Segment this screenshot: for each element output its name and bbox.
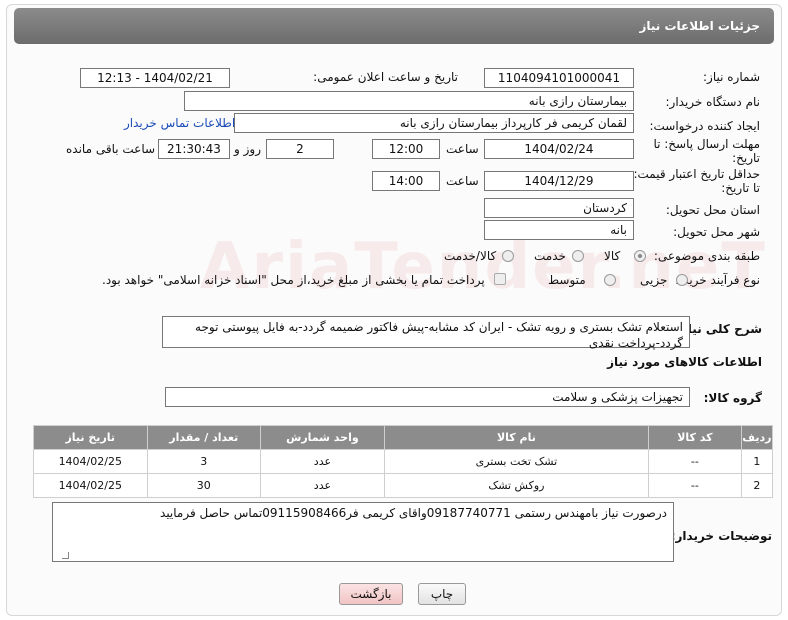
category-both-label: کالا/خدمت — [444, 249, 497, 263]
goods-group-field: تجهیزات پزشکی و سلامت — [165, 387, 690, 407]
description-field: استعلام تشک بستری و رویه تشک - ایران کد … — [162, 316, 690, 350]
reply-date-field: 1404/02/24 — [484, 139, 634, 159]
cell-name: روکش تشک — [383, 473, 649, 498]
cell-code: -- — [647, 473, 742, 498]
buyer-contact-link[interactable]: اطلاعات تماس خریدار — [124, 116, 235, 130]
col-date-header: تاریخ نیاز — [33, 425, 148, 450]
page-header: جزئیات اطلاعات نیاز — [14, 8, 774, 44]
cell-unit: عدد — [260, 473, 385, 498]
price-time-field: 14:00 — [372, 171, 440, 191]
buyer-notes-field: درصورت نیاز بامهندس رستمی 09187740771واق… — [52, 502, 674, 562]
category-goods-label: کالا — [604, 249, 621, 263]
price-time-label: ساعت — [446, 174, 479, 188]
col-code-header: کد کالا — [647, 425, 742, 450]
items-table: ردیف کد کالا نام کالا واحد شمارش تعداد /… — [33, 425, 774, 498]
need-number-label: شماره نیاز: — [703, 70, 760, 84]
announce-label: تاریخ و ساعت اعلان عمومی: — [313, 70, 458, 84]
creator-label: ایجاد کننده درخواست: — [649, 119, 760, 133]
treasury-payment-checkbox[interactable] — [494, 273, 506, 285]
goods-info-title: اطلاعات کالاهای مورد نیاز — [607, 355, 762, 369]
category-service-label: خدمت — [534, 249, 566, 263]
remaining-time-field: 21:30:43 — [158, 139, 230, 159]
process-minor-radio[interactable] — [676, 274, 688, 286]
cell-date: 1404/02/25 — [33, 449, 148, 474]
price-date-field: 1404/12/29 — [484, 171, 634, 191]
category-goods-radio[interactable] — [634, 250, 646, 262]
cell-unit: عدد — [260, 449, 385, 474]
city-label: شهر محل تحویل: — [673, 225, 760, 239]
price-validity-label-2: تا تاریخ: — [721, 181, 760, 195]
category-both-radio[interactable] — [502, 250, 514, 262]
table-row: 2 -- روکش تشک عدد 30 1404/02/25 — [33, 473, 774, 498]
reply-deadline-label: مهلت ارسال پاسخ: تا — [653, 137, 760, 151]
page-title: جزئیات اطلاعات نیاز — [639, 19, 760, 33]
remaining-label: ساعت باقی مانده — [66, 142, 156, 156]
category-label: طبقه بندی موضوعی: — [653, 249, 760, 263]
col-unit-header: واحد شمارش — [260, 425, 385, 450]
days-label: روز و — [234, 142, 261, 156]
city-field: بانه — [484, 220, 634, 240]
province-field: کردستان — [484, 198, 634, 218]
process-minor-label: جزیی — [640, 273, 668, 287]
cell-qty: 3 — [146, 449, 262, 474]
days-field: 2 — [266, 139, 334, 159]
cell-qty: 30 — [146, 473, 262, 498]
price-validity-label: حداقل تاریخ اعتبار قیمت: — [633, 167, 760, 181]
table-header-row: ردیف کد کالا نام کالا واحد شمارش تعداد /… — [33, 425, 774, 450]
reply-deadline-label-2: تاریخ: — [732, 151, 760, 165]
cell-row: 2 — [740, 473, 774, 498]
col-name-header: نام کالا — [383, 425, 649, 450]
resize-handle-icon[interactable] — [62, 552, 69, 559]
cell-code: -- — [647, 449, 742, 474]
province-label: استان محل تحویل: — [665, 203, 760, 217]
reply-time-label: ساعت — [446, 142, 479, 156]
process-medium-label: متوسط — [548, 273, 586, 287]
print-button[interactable]: چاپ — [418, 583, 466, 605]
creator-field: لقمان کریمی فر کارپرداز بیمارستان رازی ب… — [234, 113, 634, 133]
reply-time-field: 12:00 — [372, 139, 440, 159]
col-qty-header: تعداد / مقدار — [146, 425, 262, 450]
buyer-org-field: بیمارستان رازی بانه — [184, 91, 634, 111]
process-medium-radio[interactable] — [604, 274, 616, 286]
cell-date: 1404/02/25 — [33, 473, 148, 498]
cell-row: 1 — [740, 449, 774, 474]
category-service-radio[interactable] — [572, 250, 584, 262]
goods-group-label: گروه کالا: — [703, 391, 762, 405]
col-row-header: ردیف — [740, 425, 774, 450]
need-number-field: 1104094101000041 — [484, 68, 634, 88]
buyer-notes-label: توضیحات خریدار: — [670, 529, 772, 543]
announce-field: 1404/02/21 - 12:13 — [80, 68, 230, 88]
buyer-org-label: نام دستگاه خریدار: — [665, 95, 761, 109]
cell-name: تشک تخت بستری — [383, 449, 649, 474]
treasury-payment-note: پرداخت تمام یا بخشی از مبلغ خرید،از محل … — [102, 273, 485, 287]
back-button[interactable]: بازگشت — [339, 583, 403, 605]
table-row: 1 -- تشک تخت بستری عدد 3 1404/02/25 — [33, 449, 774, 474]
